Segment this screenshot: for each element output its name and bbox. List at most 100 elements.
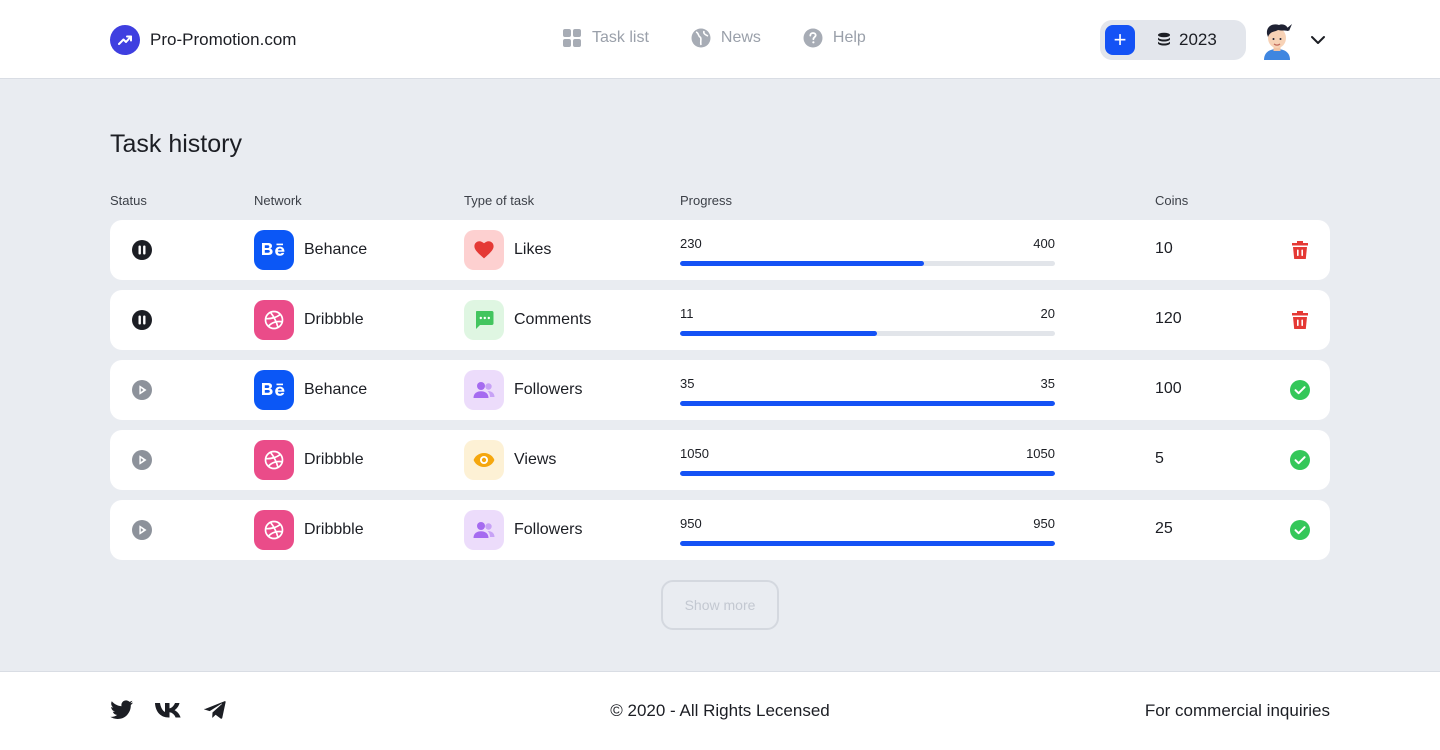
progress-bar xyxy=(680,541,1055,546)
play-icon[interactable] xyxy=(132,380,152,400)
progress-total: 1050 xyxy=(1026,446,1055,461)
balance-value: 2023 xyxy=(1179,30,1217,49)
network-cell: Behance xyxy=(254,370,367,410)
nav-news-label: News xyxy=(720,29,761,46)
users-icon xyxy=(464,510,504,550)
network-cell: Behance xyxy=(254,230,367,270)
network-label: Dribbble xyxy=(304,451,364,468)
progress-bar-fill xyxy=(680,401,1055,406)
progress-bar xyxy=(680,471,1055,476)
progress-cell: 950 950 xyxy=(680,516,1055,546)
progress-total: 400 xyxy=(1033,236,1055,251)
avatar[interactable] xyxy=(1258,20,1296,60)
page-title: Task history xyxy=(110,130,242,158)
pause-icon[interactable] xyxy=(132,310,152,330)
nav-task-list-label: Task list xyxy=(592,29,649,46)
dribbble-icon xyxy=(254,300,294,340)
users-icon xyxy=(464,370,504,410)
question-icon xyxy=(803,28,823,48)
progress-total: 20 xyxy=(1040,306,1055,321)
network-label: Dribbble xyxy=(304,521,364,538)
progress-cell: 35 35 xyxy=(680,376,1055,406)
network-cell: Dribbble xyxy=(254,300,364,340)
behance-icon xyxy=(254,370,294,410)
progress-total: 950 xyxy=(1033,516,1055,531)
column-header-coins: Coins xyxy=(1155,193,1189,208)
dribbble-icon xyxy=(254,440,294,480)
footer: © 2020 - All Rights Lecensed For commerc… xyxy=(0,671,1440,750)
progress-bar xyxy=(680,331,1055,336)
table-row[interactable]: Dribbble Comments 11 20 120 xyxy=(110,290,1330,350)
network-label: Dribbble xyxy=(304,311,364,328)
balance-widget: + 2023 xyxy=(1100,20,1246,60)
top-header: Pro-Promotion.com Task list News Help + … xyxy=(0,0,1440,79)
progress-cell: 230 400 xyxy=(680,236,1055,266)
play-icon[interactable] xyxy=(132,450,152,470)
table-row[interactable]: Dribbble Followers 950 950 25 xyxy=(110,500,1330,560)
check-circle-icon xyxy=(1290,380,1310,400)
check-circle-icon xyxy=(1290,520,1310,540)
coins-value: 25 xyxy=(1155,520,1173,537)
pause-icon[interactable] xyxy=(132,240,152,260)
coins-value: 10 xyxy=(1155,240,1173,257)
commercial-inquiries-link[interactable]: For commercial inquiries xyxy=(1145,701,1330,721)
progress-done: 230 xyxy=(680,236,702,251)
column-header-progress: Progress xyxy=(680,193,733,208)
show-more-button[interactable]: Show more xyxy=(661,580,779,630)
behance-icon xyxy=(254,230,294,270)
progress-bar xyxy=(680,401,1055,406)
coins-value: 120 xyxy=(1155,310,1182,327)
globe-icon xyxy=(691,28,711,48)
network-cell: Dribbble xyxy=(254,440,364,480)
task-type-label: Comments xyxy=(514,311,592,328)
task-history-table: Behance Likes 230 400 10 Dribbble Comments 11 20… xyxy=(110,220,1330,570)
coin-stack-icon xyxy=(1157,32,1171,48)
add-coins-button[interactable]: + xyxy=(1105,25,1135,55)
task-type-label: Likes xyxy=(514,241,552,258)
task-type-cell: Likes xyxy=(464,230,551,270)
main-nav: Task list News Help xyxy=(562,28,908,48)
task-type-label: Followers xyxy=(514,381,583,398)
nav-help-label: Help xyxy=(832,29,866,46)
progress-bar-fill xyxy=(680,331,877,336)
delete-icon[interactable] xyxy=(1290,240,1310,260)
nav-task-list[interactable]: Task list xyxy=(562,28,649,48)
progress-bar xyxy=(680,261,1055,266)
progress-done: 35 xyxy=(680,376,695,391)
progress-bar-fill xyxy=(680,541,1055,546)
column-header-network: Network xyxy=(254,193,302,208)
grid-icon xyxy=(562,28,582,48)
brand[interactable]: Pro-Promotion.com xyxy=(110,25,296,55)
dribbble-icon xyxy=(254,510,294,550)
table-row[interactable]: Behance Likes 230 400 10 xyxy=(110,220,1330,280)
progress-done: 1050 xyxy=(680,446,709,461)
progress-done: 950 xyxy=(680,516,702,531)
nav-help[interactable]: Help xyxy=(803,28,866,48)
progress-total: 35 xyxy=(1040,376,1055,391)
trend-up-icon xyxy=(110,25,140,55)
progress-cell: 11 20 xyxy=(680,306,1055,336)
network-cell: Dribbble xyxy=(254,510,364,550)
nav-news[interactable]: News xyxy=(691,28,761,48)
eye-icon xyxy=(464,440,504,480)
chevron-down-icon[interactable] xyxy=(1310,33,1326,52)
table-row[interactable]: Behance Followers 35 35 100 xyxy=(110,360,1330,420)
column-header-type: Type of task xyxy=(464,193,535,208)
task-type-cell: Followers xyxy=(464,370,582,410)
comment-icon xyxy=(464,300,504,340)
check-circle-icon xyxy=(1290,450,1310,470)
network-label: Behance xyxy=(304,381,368,398)
delete-icon[interactable] xyxy=(1290,310,1310,330)
heart-icon xyxy=(464,230,504,270)
task-type-cell: Followers xyxy=(464,510,582,550)
table-row[interactable]: Dribbble Views 1050 1050 5 xyxy=(110,430,1330,490)
progress-cell: 1050 1050 xyxy=(680,446,1055,476)
task-type-cell: Views xyxy=(464,440,556,480)
play-icon[interactable] xyxy=(132,520,152,540)
task-type-label: Followers xyxy=(514,521,583,538)
task-type-cell: Comments xyxy=(464,300,591,340)
coins-value: 100 xyxy=(1155,380,1182,397)
coins-value: 5 xyxy=(1155,450,1164,467)
brand-name: Pro-Promotion.com xyxy=(150,30,297,49)
progress-bar-fill xyxy=(680,261,924,266)
